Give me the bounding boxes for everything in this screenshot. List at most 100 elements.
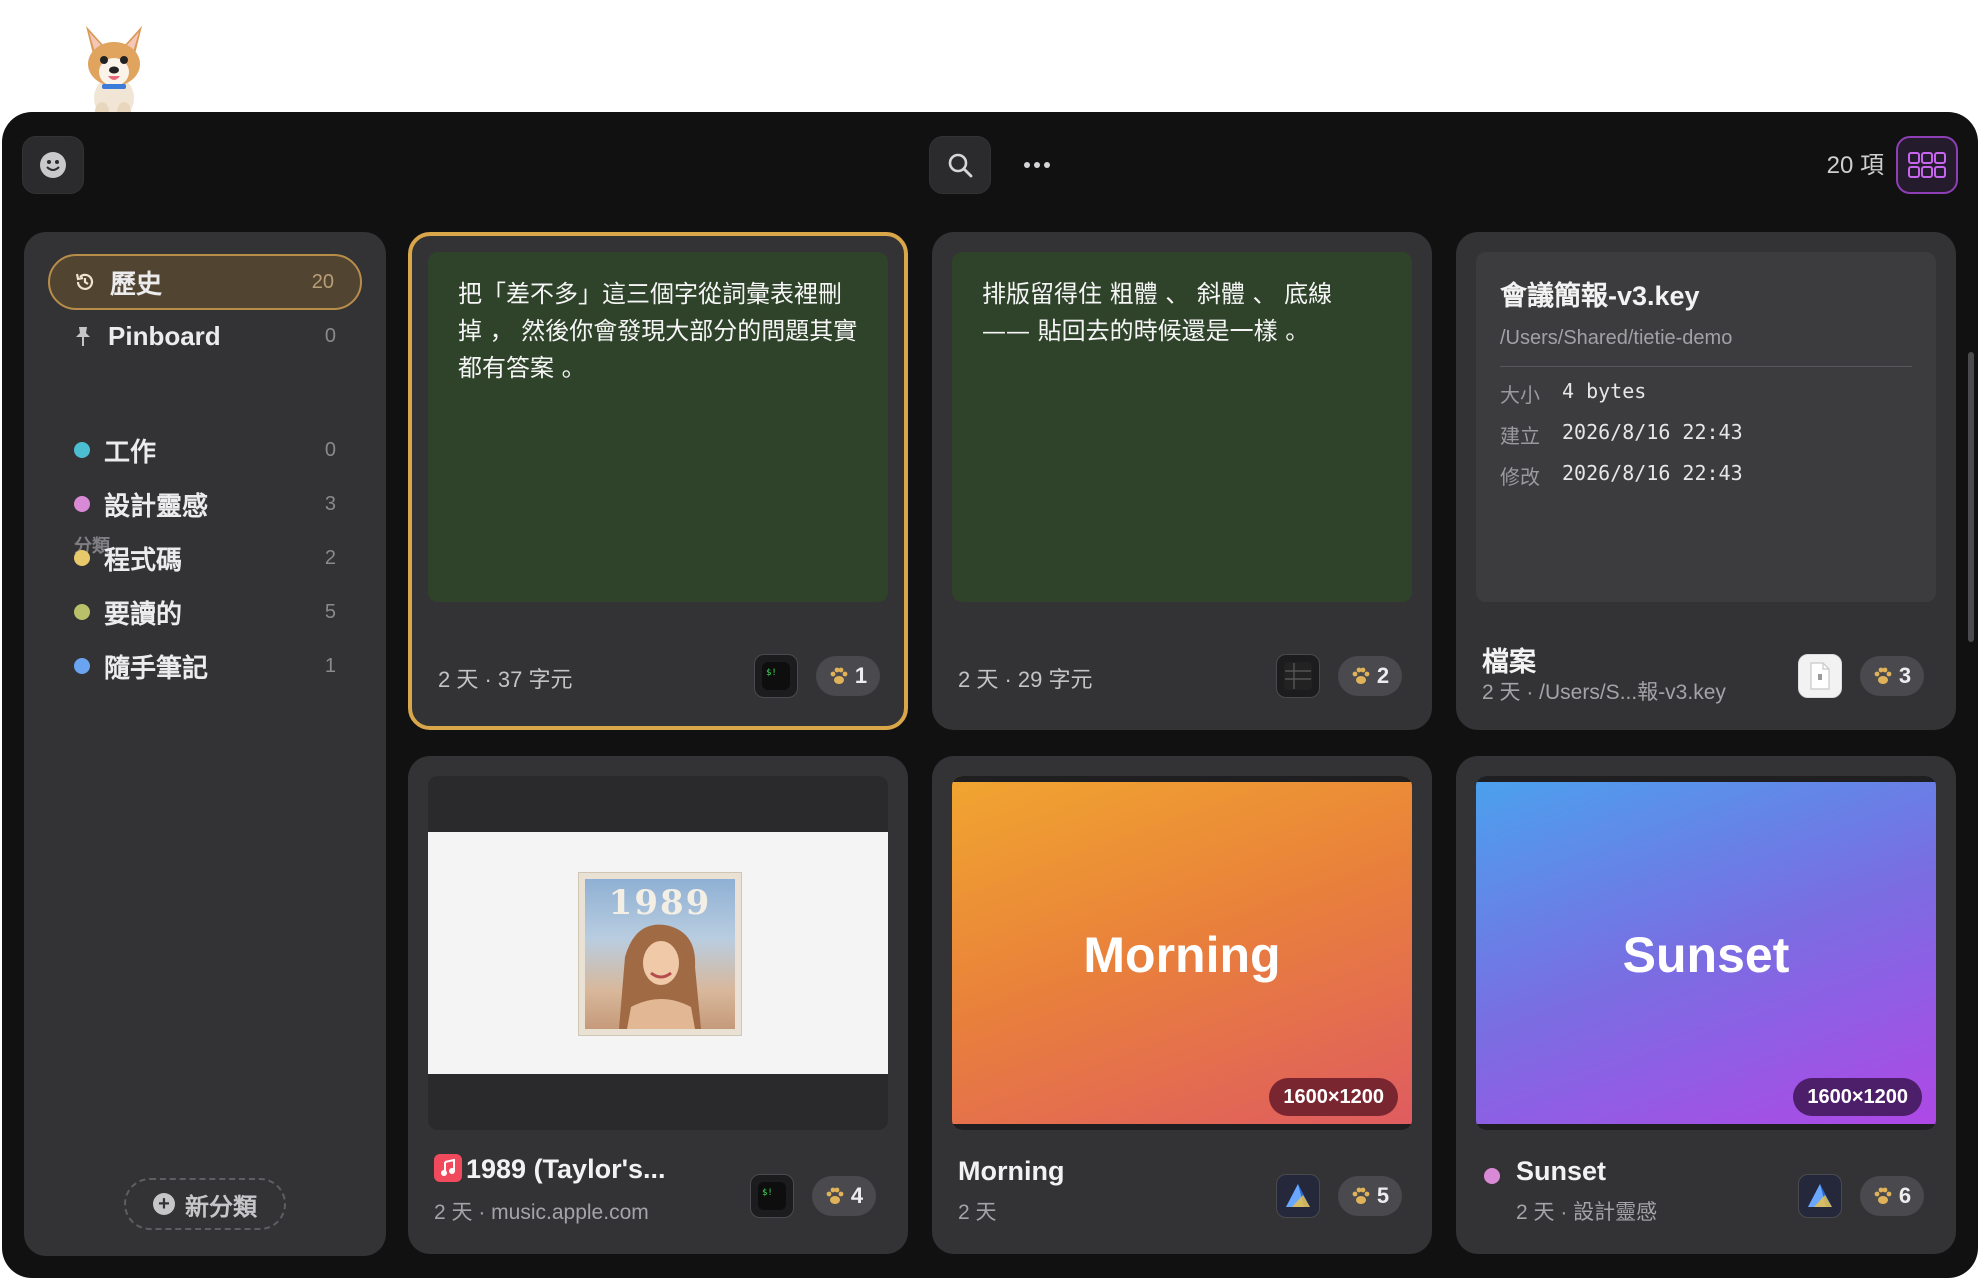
paw-count-badge: 1 <box>816 656 880 696</box>
search-icon <box>948 153 973 178</box>
grid-view-button[interactable] <box>1896 136 1958 194</box>
pin-icon <box>72 325 94 347</box>
plus-icon: + <box>153 1193 175 1215</box>
paw-count: 1 <box>854 663 868 688</box>
sidebar: 歷史 20 Pinboard 0 分類 工作 0 設計靈感 3 程式碼 2 要讀… <box>24 232 386 1256</box>
sidebar-item-count: 0 <box>324 438 336 461</box>
portrait-figure <box>619 924 701 1029</box>
item-count: 20 項 <box>1826 152 1884 179</box>
image-text: Sunset <box>1622 927 1790 983</box>
text-preview: 把「差不多」這三個字從詞彙表裡刪掉 ， 然後你會發現大部分的問題其實都有答案 。 <box>428 252 888 602</box>
scrollbar[interactable] <box>1968 352 1974 642</box>
paw-icon <box>1874 1187 1892 1204</box>
image-preview: Sunset 1600×1200 <box>1476 776 1936 1130</box>
card-subtitle: 2 天 <box>958 1201 997 1224</box>
album-cover: 1989 <box>578 872 742 1036</box>
album-art: 1989 <box>585 879 735 1029</box>
card-title: 檔案 <box>1482 647 1536 677</box>
sidebar-item-category[interactable]: 隨手筆記 1 <box>48 638 362 694</box>
file-info-row: 大小 4 bytes <box>1500 379 1912 408</box>
category-dot <box>74 604 90 620</box>
preview-bottom-bar <box>1476 1124 1936 1130</box>
sidebar-item-label: 設計靈感 <box>104 490 209 521</box>
document-icon <box>1798 654 1842 698</box>
paw-count: 3 <box>1898 663 1912 688</box>
sidebar-item-category[interactable]: 設計靈感 3 <box>48 476 362 532</box>
sidebar-item-label: 要讀的 <box>104 598 183 629</box>
file-info-key: 大小 <box>1500 385 1540 407</box>
svg-text:$!: $! <box>762 1188 773 1198</box>
sidebar-item-count: 3 <box>324 492 336 515</box>
card-meta: 2 天 · 37 字元 <box>438 667 573 692</box>
clip-card-text[interactable]: 排版留得住 粗體 、 斜體 、 底線 —— 貼回去的時候還是一樣 。 2 天 ·… <box>932 232 1432 730</box>
image-text: Morning <box>1083 927 1281 983</box>
sidebar-item-count: 2 <box>324 546 336 569</box>
sidebar-item-label: 工作 <box>104 436 157 467</box>
sidebar-item-pinboard[interactable]: Pinboard 0 <box>48 308 362 364</box>
sidebar-item-category[interactable]: 工作 0 <box>48 422 362 478</box>
paw-count-badge: 6 <box>1860 1176 1924 1216</box>
card-title: 1989 (Taylor's... <box>466 1154 666 1184</box>
file-info-value: 2026/8/16 22:43 <box>1562 420 1743 444</box>
clip-card-file[interactable]: 會議簡報-v3.key /Users/Shared/tietie-demo 大小… <box>1456 232 1956 730</box>
affinity-icon <box>1276 1174 1320 1218</box>
history-icon <box>74 271 96 293</box>
sidebar-item-category[interactable]: 程式碼 2 <box>48 530 362 586</box>
smiley-icon <box>40 152 66 178</box>
image-dimensions: 1600×1200 <box>1269 1078 1398 1116</box>
file-preview: 會議簡報-v3.key /Users/Shared/tietie-demo 大小… <box>1476 252 1936 602</box>
new-category-label: 新分類 <box>185 1193 257 1221</box>
svg-text:$!: $! <box>766 668 777 678</box>
link-preview: 1989 <box>428 776 888 1130</box>
sidebar-item-label: 歷史 <box>110 268 163 299</box>
paw-icon <box>1874 667 1892 684</box>
sidebar-item-count: 20 <box>311 270 334 293</box>
more-icon <box>1024 162 1050 168</box>
sidebar-item-label: 程式碼 <box>104 544 183 575</box>
card-subtitle: 2 天 · 設計靈感 <box>1516 1201 1658 1224</box>
card-subtitle: 2 天 · music.apple.com <box>434 1201 649 1224</box>
paw-count-badge: 3 <box>1860 656 1924 696</box>
corgi-mascot-icon <box>86 26 142 122</box>
file-info-key: 建立 <box>1500 426 1540 448</box>
category-dot <box>74 658 90 674</box>
paw-count-badge: 2 <box>1338 656 1402 696</box>
clip-card-text[interactable]: 把「差不多」這三個字從詞彙表裡刪掉 ， 然後你會發現大部分的問題其實都有答案 。… <box>408 232 908 730</box>
smiley-button[interactable] <box>22 136 84 194</box>
paw-icon <box>830 667 848 684</box>
paw-count: 6 <box>1898 1183 1912 1208</box>
search-button[interactable] <box>929 136 991 194</box>
card-title: Morning <box>958 1156 1065 1186</box>
card-subtitle: 2 天 · /Users/S...報-v3.key <box>1482 681 1726 704</box>
preview-top-bar <box>952 776 1412 782</box>
sidebar-item-history[interactable]: 歷史 20 <box>48 254 362 310</box>
app-window: 20 項 歷史 20 Pinboard 0 分類 工作 0 設計靈感 3 程式碼… <box>2 112 1978 1278</box>
paw-icon <box>1352 1187 1370 1204</box>
paw-icon <box>1352 667 1370 684</box>
clip-card-image[interactable]: Sunset 1600×1200 Sunset 2 天 · 設計靈感 6 <box>1456 756 1956 1254</box>
paw-icon <box>826 1187 844 1204</box>
paw-count: 2 <box>1376 663 1390 688</box>
preview-text: 排版留得住 粗體 、 斜體 、 底線 —— 貼回去的時候還是一樣 。 <box>982 280 1333 345</box>
clip-card-image[interactable]: Morning 1600×1200 Morning 2 天 5 <box>932 756 1432 1254</box>
paw-count-badge: 4 <box>812 1176 876 1216</box>
sidebar-item-category[interactable]: 要讀的 5 <box>48 584 362 640</box>
category-dot <box>74 442 90 458</box>
new-category-button[interactable]: + 新分類 <box>124 1178 286 1230</box>
more-button[interactable] <box>1012 140 1062 190</box>
file-name: 會議簡報-v3.key <box>1500 281 1700 311</box>
sidebar-item-count: 0 <box>324 324 336 347</box>
paw-count: 5 <box>1376 1183 1390 1208</box>
clip-card-link[interactable]: 1989 1989 (Taylor's... 2 天 · music.apple… <box>408 756 908 1254</box>
preview-top-bar <box>1476 776 1936 782</box>
image-dimensions: 1600×1200 <box>1793 1078 1922 1116</box>
category-dot <box>74 496 90 512</box>
category-dot <box>1484 1168 1500 1184</box>
preview-text: 把「差不多」這三個字從詞彙表裡刪掉 ， 然後你會發現大部分的問題其實都有答案 。 <box>458 280 858 382</box>
spreadsheet-icon <box>1276 654 1320 698</box>
terminal-icon: $! <box>750 1174 794 1218</box>
file-info-row: 建立 2026/8/16 22:43 <box>1500 420 1912 449</box>
paw-count-badge: 5 <box>1338 1176 1402 1216</box>
grid-icon <box>1908 152 1946 178</box>
sidebar-item-label: 隨手筆記 <box>104 652 209 683</box>
